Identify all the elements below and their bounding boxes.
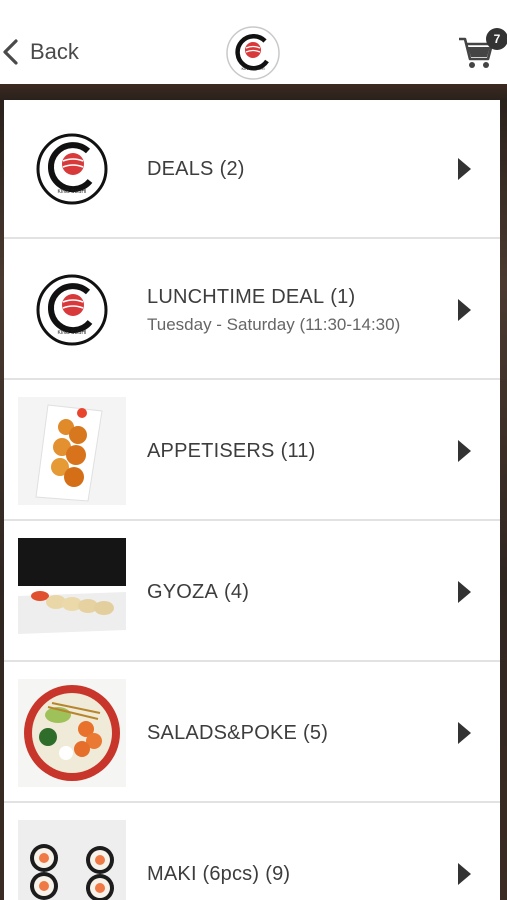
category-title: APPETISERS (11) bbox=[147, 440, 316, 462]
chevron-left-icon bbox=[3, 39, 18, 65]
app-header: Back KING SUSHI 7 bbox=[0, 0, 507, 84]
lunchtime-deal-thumbnail: KING SUSHI bbox=[18, 256, 126, 364]
cart-button[interactable]: 7 bbox=[457, 28, 507, 73]
category-title: SALADS&POKE (5) bbox=[147, 722, 329, 744]
king-sushi-logo: KING SUSHI bbox=[225, 25, 281, 81]
back-label: Back bbox=[30, 39, 79, 64]
category-row-maki[interactable]: MAKI (6pcs) (9) bbox=[4, 805, 500, 900]
category-title: LUNCHTIME DEAL (1) bbox=[147, 286, 356, 308]
category-row-gyoza[interactable]: GYOZA (4) bbox=[4, 523, 500, 662]
deals-thumbnail: KING SUSHI bbox=[18, 115, 126, 223]
caret-right-icon bbox=[458, 440, 471, 462]
maki-thumbnail bbox=[18, 820, 126, 900]
cart-count-badge: 7 bbox=[486, 28, 507, 50]
caret-right-icon bbox=[458, 863, 471, 885]
appetisers-thumbnail bbox=[18, 397, 126, 505]
category-title: MAKI (6pcs) (9) bbox=[147, 863, 291, 885]
caret-right-icon bbox=[458, 158, 471, 180]
category-subtitle: Tuesday - Saturday (11:30-14:30) bbox=[147, 315, 401, 334]
category-title: DEALS (2) bbox=[147, 158, 245, 180]
category-row-appetisers[interactable]: APPETISERS (11) bbox=[4, 382, 500, 521]
category-row-deals[interactable]: KING SUSHI DEALS (2) bbox=[4, 100, 500, 239]
logo-text: KING SUSHI bbox=[241, 66, 264, 71]
category-row-salads-poke[interactable]: SALADS&POKE (5) bbox=[4, 664, 500, 803]
category-row-lunchtime-deal[interactable]: KING SUSHI LUNCHTIME DEAL (1) Tuesday - S… bbox=[4, 241, 500, 380]
svg-text:KING SUSHI: KING SUSHI bbox=[58, 189, 87, 195]
category-title: GYOZA (4) bbox=[147, 581, 250, 603]
caret-right-icon bbox=[458, 581, 471, 603]
caret-right-icon bbox=[458, 722, 471, 744]
back-button[interactable]: Back bbox=[0, 32, 79, 72]
salads-poke-thumbnail bbox=[18, 679, 126, 787]
svg-text:KING SUSHI: KING SUSHI bbox=[58, 330, 87, 336]
gyoza-thumbnail bbox=[18, 538, 126, 646]
caret-right-icon bbox=[458, 299, 471, 321]
